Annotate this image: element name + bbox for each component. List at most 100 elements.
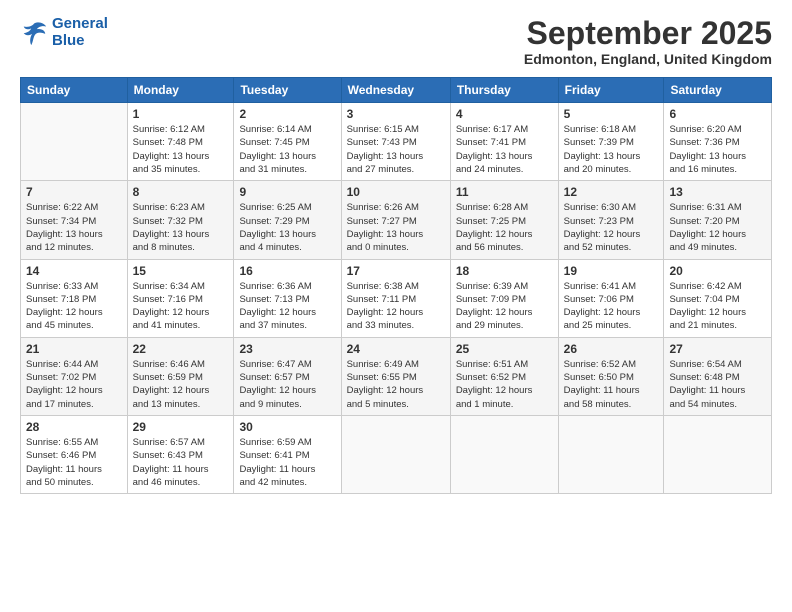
calendar-cell: 25 Sunrise: 6:51 AM Sunset: 6:52 PM Dayli… xyxy=(450,337,558,415)
calendar-cell: 9 Sunrise: 6:25 AM Sunset: 7:29 PM Daylig… xyxy=(234,181,341,259)
calendar-week-row: 7Sunrise: 6:22 AM Sunset: 7:34 PM Daylig… xyxy=(21,181,772,259)
day-info: Sunrise: 6:42 AM Sunset: 7:04 PM Dayligh… xyxy=(669,280,766,333)
day-number: 19 xyxy=(564,264,659,278)
calendar-cell: 24Sunrise: 6:49 AM Sunset: 6:55 PM Dayli… xyxy=(341,337,450,415)
day-number: 20 xyxy=(669,264,766,278)
calendar-week-row: 14 Sunrise: 6:33 AM Sunset: 7:18 PM Dayli… xyxy=(21,259,772,337)
month-title: September 2025 xyxy=(524,16,772,51)
weekday-header: Monday xyxy=(127,78,234,103)
calendar-cell: 22 Sunrise: 6:46 AM Sunset: 6:59 PM Dayli… xyxy=(127,337,234,415)
day-info: Sunrise: 6:54 AM Sunset: 6:48 PM Dayligh… xyxy=(669,358,766,411)
day-info: Sunrise: 6:25 AM Sunset: 7:29 PM Dayligh… xyxy=(239,201,335,254)
calendar-cell: 30 Sunrise: 6:59 AM Sunset: 6:41 PM Dayli… xyxy=(234,415,341,493)
calendar-cell: 12 Sunrise: 6:30 AM Sunset: 7:23 PM Dayli… xyxy=(558,181,664,259)
day-info: Sunrise: 6:55 AM Sunset: 6:46 PM Dayligh… xyxy=(26,436,122,489)
day-number: 23 xyxy=(239,342,335,356)
weekday-header: Saturday xyxy=(664,78,772,103)
day-info: Sunrise: 6:59 AM Sunset: 6:41 PM Dayligh… xyxy=(239,436,335,489)
day-number: 27 xyxy=(669,342,766,356)
calendar-cell xyxy=(558,415,664,493)
day-number: 10 xyxy=(347,185,445,199)
calendar-cell: 17 Sunrise: 6:38 AM Sunset: 7:11 PM Dayli… xyxy=(341,259,450,337)
day-info: Sunrise: 6:39 AM Sunset: 7:09 PM Dayligh… xyxy=(456,280,553,333)
calendar-cell: 4Sunrise: 6:17 AM Sunset: 7:41 PM Daylig… xyxy=(450,103,558,181)
day-info: Sunrise: 6:23 AM Sunset: 7:32 PM Dayligh… xyxy=(133,201,229,254)
day-number: 9 xyxy=(239,185,335,199)
calendar-cell: 3Sunrise: 6:15 AM Sunset: 7:43 PM Daylig… xyxy=(341,103,450,181)
calendar-cell: 13Sunrise: 6:31 AM Sunset: 7:20 PM Dayli… xyxy=(664,181,772,259)
day-info: Sunrise: 6:47 AM Sunset: 6:57 PM Dayligh… xyxy=(239,358,335,411)
day-number: 17 xyxy=(347,264,445,278)
calendar-cell: 19 Sunrise: 6:41 AM Sunset: 7:06 PM Dayli… xyxy=(558,259,664,337)
calendar-cell: 20 Sunrise: 6:42 AM Sunset: 7:04 PM Dayli… xyxy=(664,259,772,337)
calendar-cell: 8 Sunrise: 6:23 AM Sunset: 7:32 PM Daylig… xyxy=(127,181,234,259)
title-block: September 2025 Edmonton, England, United… xyxy=(524,16,772,67)
calendar-cell: 18 Sunrise: 6:39 AM Sunset: 7:09 PM Dayli… xyxy=(450,259,558,337)
day-number: 18 xyxy=(456,264,553,278)
weekday-header: Wednesday xyxy=(341,78,450,103)
calendar-week-row: 28 Sunrise: 6:55 AM Sunset: 6:46 PM Dayli… xyxy=(21,415,772,493)
day-number: 15 xyxy=(133,264,229,278)
day-number: 13 xyxy=(669,185,766,199)
weekday-header: Friday xyxy=(558,78,664,103)
calendar-cell: 7Sunrise: 6:22 AM Sunset: 7:34 PM Daylig… xyxy=(21,181,128,259)
day-number: 30 xyxy=(239,420,335,434)
calendar-cell xyxy=(341,415,450,493)
day-info: Sunrise: 6:17 AM Sunset: 7:41 PM Dayligh… xyxy=(456,123,553,176)
day-info: Sunrise: 6:28 AM Sunset: 7:25 PM Dayligh… xyxy=(456,201,553,254)
day-number: 5 xyxy=(564,107,659,121)
day-info: Sunrise: 6:46 AM Sunset: 6:59 PM Dayligh… xyxy=(133,358,229,411)
weekday-header: Thursday xyxy=(450,78,558,103)
calendar-cell xyxy=(21,103,128,181)
calendar-cell: 27 Sunrise: 6:54 AM Sunset: 6:48 PM Dayli… xyxy=(664,337,772,415)
calendar-cell xyxy=(664,415,772,493)
day-number: 6 xyxy=(669,107,766,121)
day-number: 22 xyxy=(133,342,229,356)
day-number: 24 xyxy=(347,342,445,356)
day-info: Sunrise: 6:44 AM Sunset: 7:02 PM Dayligh… xyxy=(26,358,122,411)
day-number: 25 xyxy=(456,342,553,356)
day-number: 2 xyxy=(239,107,335,121)
calendar-cell: 15 Sunrise: 6:34 AM Sunset: 7:16 PM Dayli… xyxy=(127,259,234,337)
day-number: 16 xyxy=(239,264,335,278)
calendar-cell: 5 Sunrise: 6:18 AM Sunset: 7:39 PM Daylig… xyxy=(558,103,664,181)
calendar-cell: 6Sunrise: 6:20 AM Sunset: 7:36 PM Daylig… xyxy=(664,103,772,181)
calendar-cell: 1Sunrise: 6:12 AM Sunset: 7:48 PM Daylig… xyxy=(127,103,234,181)
day-info: Sunrise: 6:38 AM Sunset: 7:11 PM Dayligh… xyxy=(347,280,445,333)
logo: General Blue xyxy=(20,16,108,49)
day-number: 26 xyxy=(564,342,659,356)
calendar-cell: 28 Sunrise: 6:55 AM Sunset: 6:46 PM Dayli… xyxy=(21,415,128,493)
day-info: Sunrise: 6:41 AM Sunset: 7:06 PM Dayligh… xyxy=(564,280,659,333)
day-number: 7 xyxy=(26,185,122,199)
calendar-cell: 11 Sunrise: 6:28 AM Sunset: 7:25 PM Dayli… xyxy=(450,181,558,259)
day-number: 21 xyxy=(26,342,122,356)
calendar-cell: 10 Sunrise: 6:26 AM Sunset: 7:27 PM Dayli… xyxy=(341,181,450,259)
calendar-cell: 21 Sunrise: 6:44 AM Sunset: 7:02 PM Dayli… xyxy=(21,337,128,415)
day-info: Sunrise: 6:52 AM Sunset: 6:50 PM Dayligh… xyxy=(564,358,659,411)
day-info: Sunrise: 6:26 AM Sunset: 7:27 PM Dayligh… xyxy=(347,201,445,254)
calendar-cell: 16 Sunrise: 6:36 AM Sunset: 7:13 PM Dayli… xyxy=(234,259,341,337)
day-info: Sunrise: 6:12 AM Sunset: 7:48 PM Dayligh… xyxy=(133,123,229,176)
day-info: Sunrise: 6:36 AM Sunset: 7:13 PM Dayligh… xyxy=(239,280,335,333)
day-number: 28 xyxy=(26,420,122,434)
calendar-cell: 26 Sunrise: 6:52 AM Sunset: 6:50 PM Dayli… xyxy=(558,337,664,415)
day-info: Sunrise: 6:33 AM Sunset: 7:18 PM Dayligh… xyxy=(26,280,122,333)
day-info: Sunrise: 6:57 AM Sunset: 6:43 PM Dayligh… xyxy=(133,436,229,489)
weekday-header-row: SundayMondayTuesdayWednesdayThursdayFrid… xyxy=(21,78,772,103)
calendar-week-row: 1Sunrise: 6:12 AM Sunset: 7:48 PM Daylig… xyxy=(21,103,772,181)
day-info: Sunrise: 6:14 AM Sunset: 7:45 PM Dayligh… xyxy=(239,123,335,176)
day-number: 8 xyxy=(133,185,229,199)
day-info: Sunrise: 6:30 AM Sunset: 7:23 PM Dayligh… xyxy=(564,201,659,254)
day-info: Sunrise: 6:51 AM Sunset: 6:52 PM Dayligh… xyxy=(456,358,553,411)
calendar-cell: 29Sunrise: 6:57 AM Sunset: 6:43 PM Dayli… xyxy=(127,415,234,493)
day-info: Sunrise: 6:18 AM Sunset: 7:39 PM Dayligh… xyxy=(564,123,659,176)
weekday-header: Tuesday xyxy=(234,78,341,103)
calendar-week-row: 21 Sunrise: 6:44 AM Sunset: 7:02 PM Dayli… xyxy=(21,337,772,415)
day-number: 3 xyxy=(347,107,445,121)
day-number: 12 xyxy=(564,185,659,199)
day-number: 14 xyxy=(26,264,122,278)
day-info: Sunrise: 6:34 AM Sunset: 7:16 PM Dayligh… xyxy=(133,280,229,333)
day-number: 11 xyxy=(456,185,553,199)
calendar-cell xyxy=(450,415,558,493)
weekday-header: Sunday xyxy=(21,78,128,103)
